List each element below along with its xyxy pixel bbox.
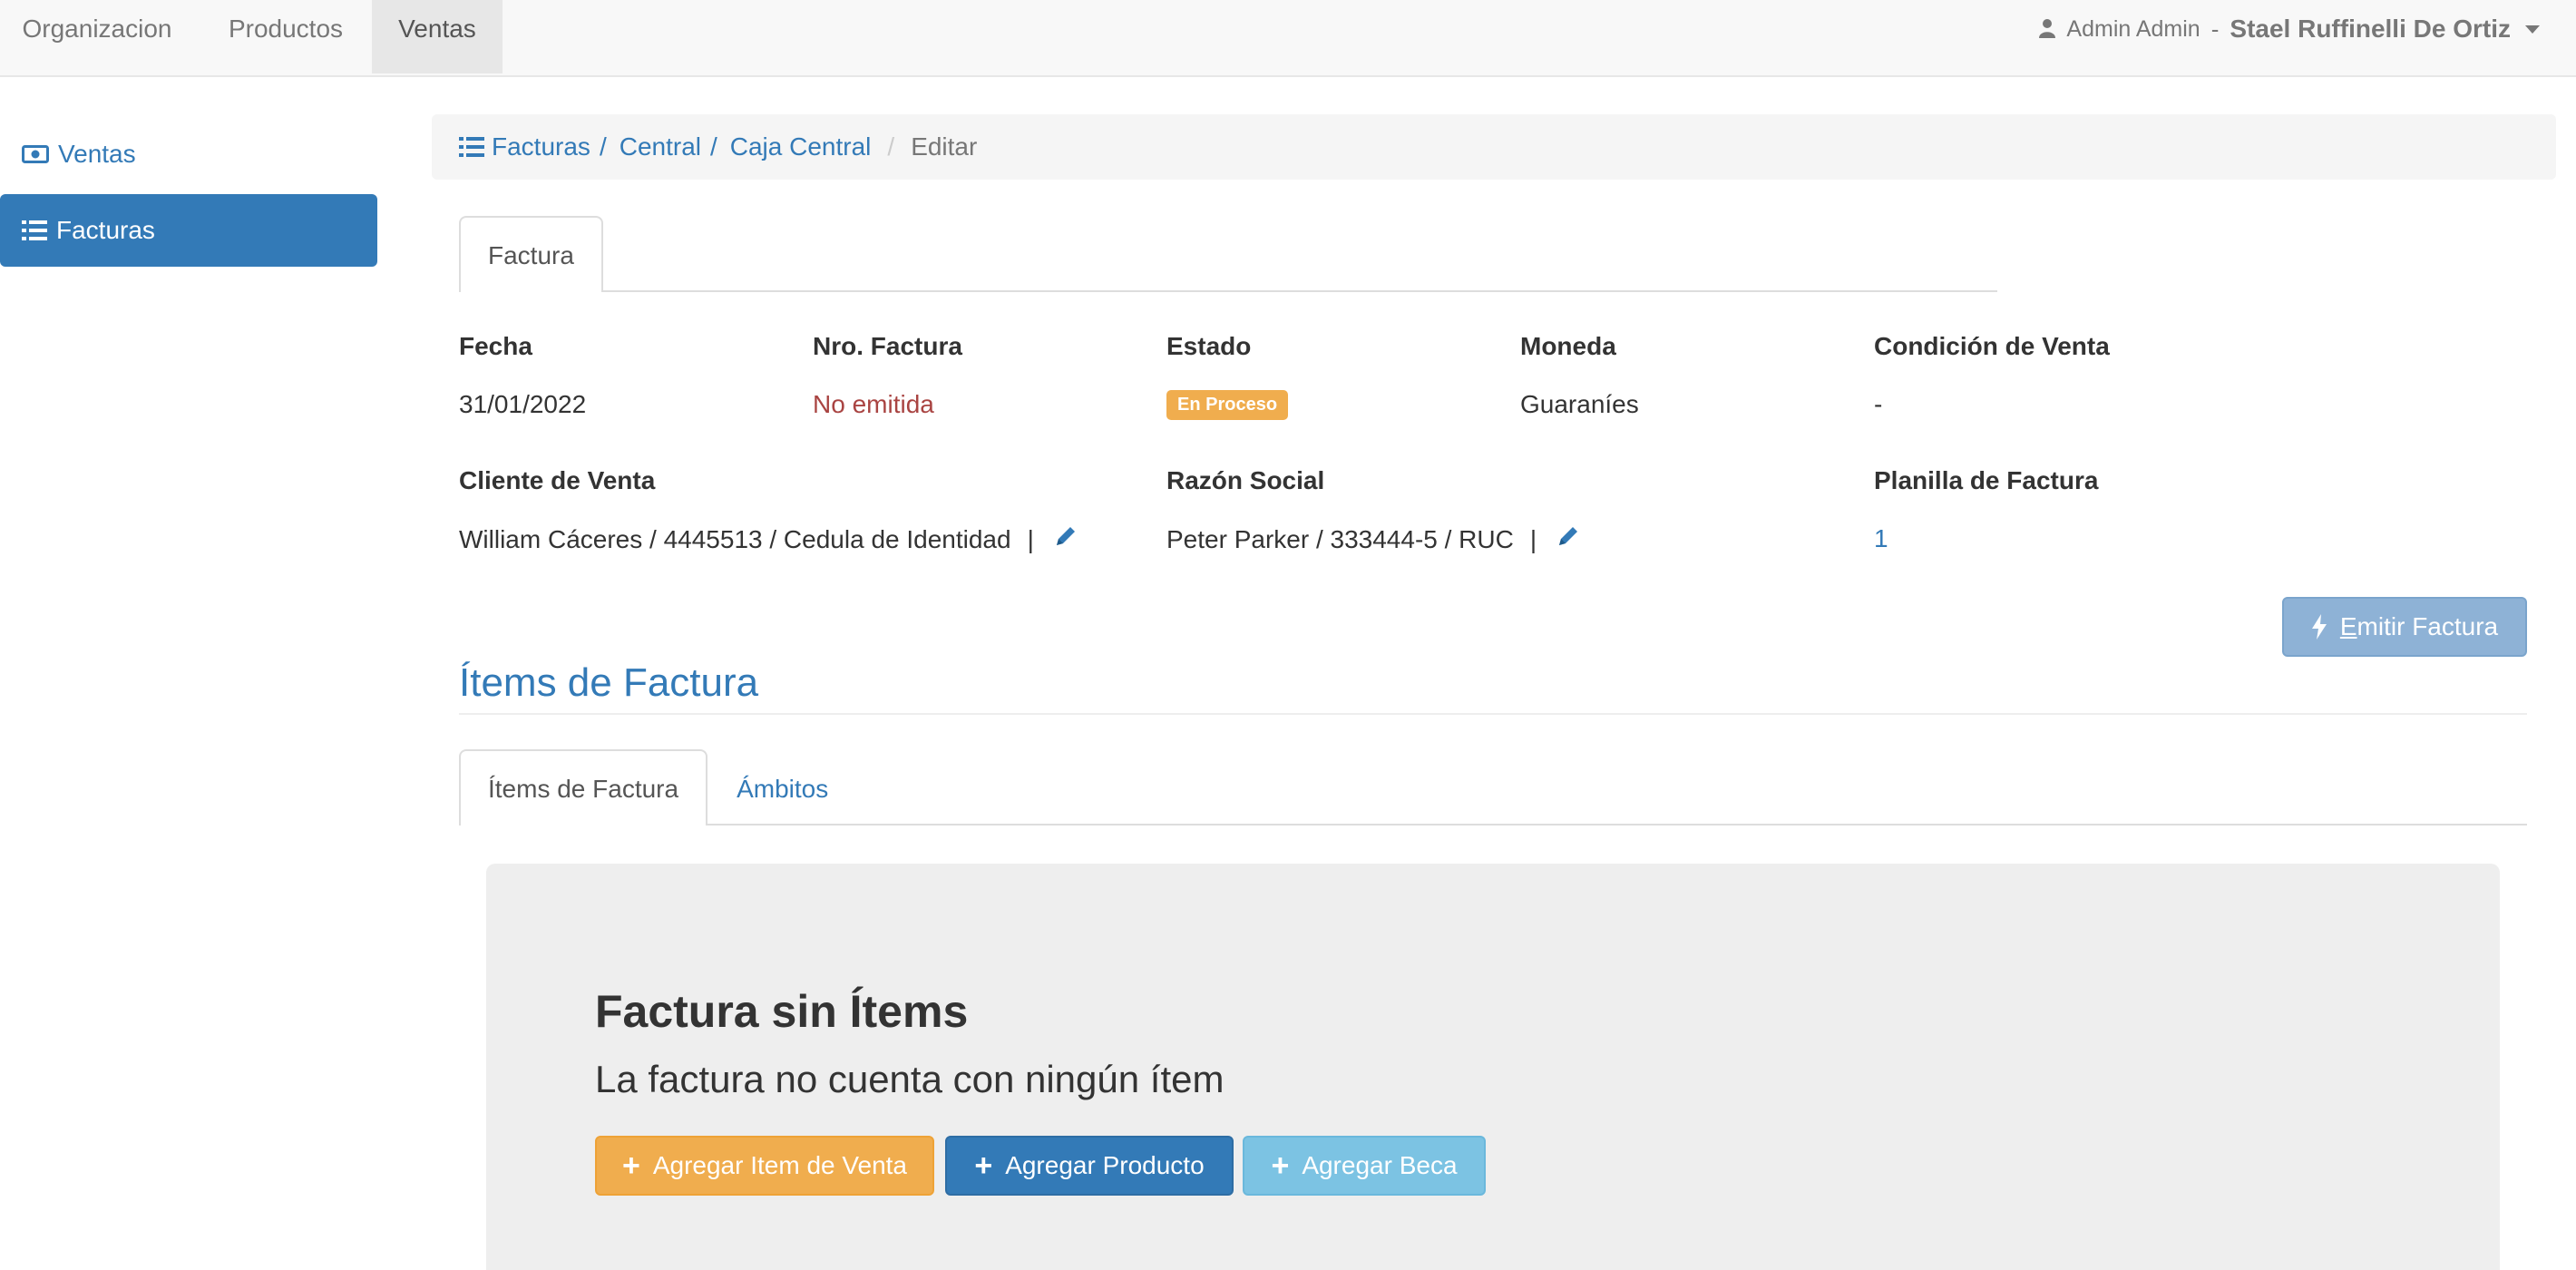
sidebar-item-facturas[interactable]: Facturas <box>0 194 377 267</box>
list-icon <box>459 137 484 157</box>
agregar-item-venta-button[interactable]: + Agregar Item de Venta <box>595 1136 934 1196</box>
items-section-title: Ítems de Factura <box>459 660 759 705</box>
status-badge: En Proceso <box>1166 390 1289 420</box>
moneda-label: Moneda <box>1520 332 1616 360</box>
planilla-factura-label: Planilla de Factura <box>1874 466 2099 494</box>
fecha-value: 31/01/2022 <box>459 390 587 418</box>
nav-item-ventas[interactable]: Ventas <box>372 0 503 73</box>
sidebar: Ventas Facturas <box>0 118 377 270</box>
pencil-icon[interactable] <box>1556 524 1580 554</box>
tab-factura[interactable]: Factura <box>459 216 603 292</box>
nav-item-organizacion[interactable]: Organizacion <box>0 0 194 73</box>
breadcrumb: Facturas / Central / Caja Central / Editar <box>432 114 2556 180</box>
breadcrumb-link-central[interactable]: Central <box>620 132 701 161</box>
condicion-venta-value: - <box>1874 390 1883 418</box>
breadcrumb-link-facturas[interactable]: Facturas <box>492 132 590 161</box>
separator: | <box>1529 524 1537 553</box>
sidebar-item-label: Ventas <box>58 140 136 168</box>
emitir-factura-button[interactable]: Emitir Factura <box>2282 597 2527 657</box>
emitir-factura-label: Emitir Factura <box>2339 612 2499 640</box>
button-label: Agregar Beca <box>1302 1151 1458 1179</box>
chevron-down-icon[interactable] <box>2525 24 2540 34</box>
razon-social-label: Razón Social <box>1166 466 1325 494</box>
money-icon <box>22 145 49 163</box>
sidebar-item-label: Facturas <box>56 216 155 244</box>
breadcrumb-separator: / <box>709 132 717 161</box>
list-icon <box>22 220 47 240</box>
cliente-venta-label: Cliente de Venta <box>459 466 656 494</box>
moneda-value: Guaraníes <box>1520 390 1639 418</box>
breadcrumb-link-caja-central[interactable]: Caja Central <box>730 132 872 161</box>
items-tabs: Ítems de Factura Ámbitos <box>459 749 2527 826</box>
tab-items-factura[interactable]: Ítems de Factura <box>459 749 708 826</box>
agregar-beca-button[interactable]: + Agregar Beca <box>1243 1136 1486 1196</box>
sidebar-item-ventas[interactable]: Ventas <box>0 118 377 190</box>
plus-icon: + <box>974 1148 993 1183</box>
empty-state-panel: Factura sin Ítems La factura no cuenta c… <box>486 864 2500 1270</box>
button-label: Agregar Producto <box>1005 1151 1205 1179</box>
user-icon <box>2039 18 2056 40</box>
empty-state-title: Factura sin Ítems <box>595 986 969 1037</box>
button-label: Agregar Item de Venta <box>652 1151 908 1179</box>
pencil-icon[interactable] <box>1054 524 1078 554</box>
breadcrumb-separator: / <box>887 132 895 161</box>
divider <box>459 713 2527 715</box>
empty-state-subtitle: La factura no cuenta con ningún ítem <box>595 1058 1225 1100</box>
bolt-icon <box>2311 614 2327 640</box>
nav-item-productos[interactable]: Productos <box>194 0 377 73</box>
estado-label: Estado <box>1166 332 1252 360</box>
cliente-venta-row: William Cáceres / 4445513 / Cedula de Id… <box>459 524 1078 554</box>
razon-social-value: Peter Parker / 333444-5 / RUC <box>1166 524 1514 553</box>
user-separator: - <box>2210 15 2220 43</box>
user-name: Admin Admin <box>2066 15 2200 42</box>
plus-icon: + <box>1271 1148 1290 1183</box>
tab-ambitos[interactable]: Ámbitos <box>707 749 857 826</box>
separator: | <box>1027 524 1034 553</box>
nro-factura-value: No emitida <box>813 390 934 418</box>
user-menu[interactable]: Admin Admin - Stael Ruffinelli De Ortiz <box>2039 0 2540 58</box>
cliente-venta-value: William Cáceres / 4445513 / Cedula de Id… <box>459 524 1011 553</box>
estado-value: En Proceso <box>1166 390 1289 420</box>
fecha-label: Fecha <box>459 332 532 360</box>
organization-name[interactable]: Stael Ruffinelli De Ortiz <box>2230 15 2511 44</box>
breadcrumb-current: Editar <box>911 132 978 161</box>
plus-icon: + <box>621 1148 640 1183</box>
nro-factura-label: Nro. Factura <box>813 332 962 360</box>
razon-social-row: Peter Parker / 333444-5 / RUC | <box>1166 524 1580 554</box>
agregar-producto-button[interactable]: + Agregar Producto <box>945 1136 1234 1196</box>
condicion-venta-label: Condición de Venta <box>1874 332 2110 360</box>
invoice-tabs: Factura <box>459 216 1997 292</box>
breadcrumb-separator: / <box>599 132 607 161</box>
planilla-factura-link[interactable]: 1 <box>1874 524 1888 553</box>
top-navbar: Organizacion Productos Ventas Admin Admi… <box>0 0 2576 77</box>
